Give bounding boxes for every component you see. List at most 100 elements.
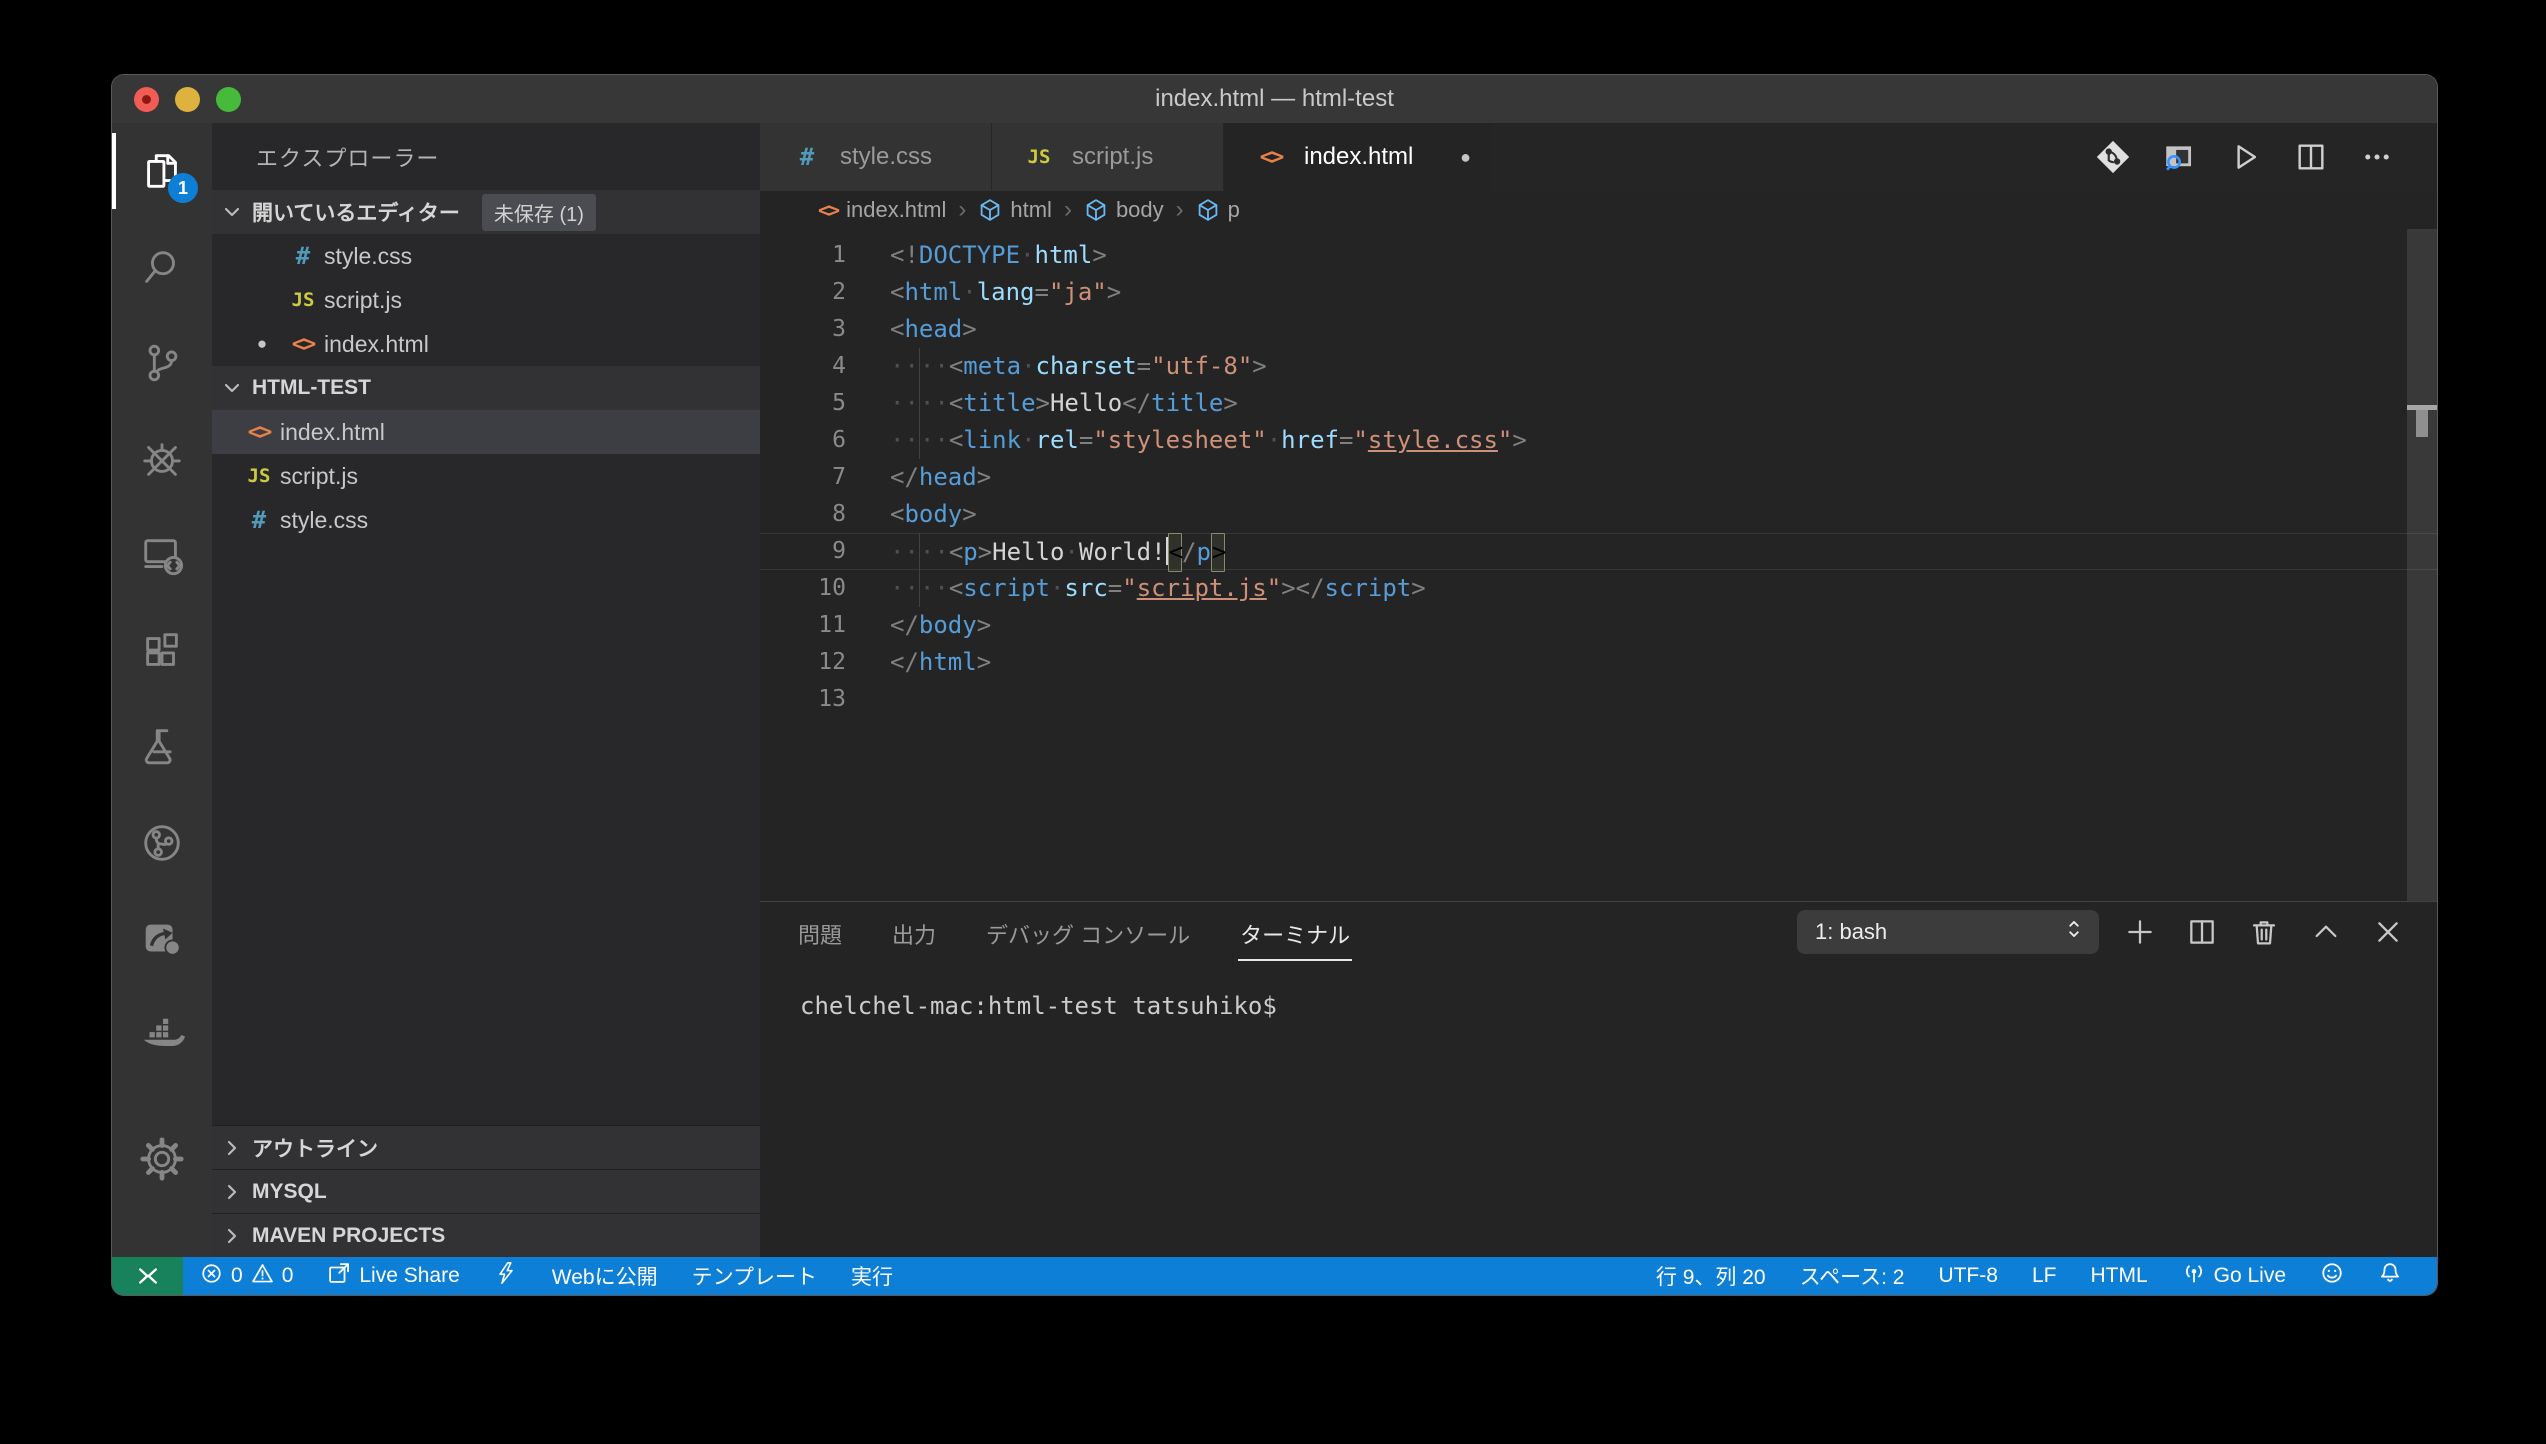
code-line-9[interactable]: 9····<p>Hello·World!</p>: [760, 533, 2437, 570]
section-MYSQL[interactable]: MYSQL: [212, 1169, 760, 1213]
zoom-window-button[interactable]: [216, 87, 241, 112]
status-label: Live Share: [359, 1264, 459, 1288]
terminal-selector[interactable]: 1: bash: [1797, 910, 2099, 954]
editor-group: #style.cssJSscript.js<>index.html● <>ind…: [760, 123, 2437, 1257]
status-indentation[interactable]: スペース: 2: [1783, 1257, 1922, 1295]
breadcrumb-item-index.html[interactable]: <>index.html: [818, 197, 946, 223]
panel-tab-デバッグ コンソール[interactable]: デバッグ コンソール: [984, 903, 1192, 961]
tab-script.js[interactable]: JSscript.js: [992, 123, 1224, 191]
split-terminal-icon[interactable]: [2181, 911, 2223, 953]
code-line-10[interactable]: 10····<script·src="script.js"></script>: [760, 570, 2437, 607]
open-editors-header[interactable]: 開いているエディター未保存 (1): [212, 190, 760, 234]
tab-label: style.css: [840, 143, 932, 171]
unsaved-badge: 未保存 (1): [482, 194, 596, 231]
activity-extensions[interactable]: [112, 603, 212, 699]
code-line-8[interactable]: 8<body>: [760, 496, 2437, 533]
new-terminal-icon[interactable]: [2119, 911, 2161, 953]
code-line-13[interactable]: 13: [760, 681, 2437, 718]
maximize-panel-icon[interactable]: [2305, 911, 2347, 953]
code-editor[interactable]: 1<!DOCTYPE·html>2<html·lang="ja">3<head>…: [760, 229, 2437, 901]
status-live-share[interactable]: Live Share: [310, 1257, 476, 1295]
code-line-1[interactable]: 1<!DOCTYPE·html>: [760, 237, 2437, 274]
status-go-live[interactable]: Go Live: [2165, 1257, 2303, 1295]
status-eol[interactable]: LF: [2015, 1257, 2074, 1295]
open-preview-icon[interactable]: [2159, 137, 2199, 177]
code-line-5[interactable]: 5····<title>Hello</title>: [760, 385, 2437, 422]
activity-docker[interactable]: [112, 987, 212, 1083]
run-icon[interactable]: [2225, 137, 2265, 177]
chevron-right-icon: [220, 1180, 244, 1204]
panel-tab-出力[interactable]: 出力: [890, 903, 938, 961]
window-controls: [134, 75, 241, 123]
js-file-icon: JS: [1018, 146, 1060, 168]
updown-arrows-icon: [2061, 916, 2087, 948]
remote-indicator[interactable]: [112, 1257, 183, 1295]
code-line-11[interactable]: 11</body>: [760, 607, 2437, 644]
code-line-6[interactable]: 6····<link·rel="stylesheet"·href="style.…: [760, 422, 2437, 459]
status-thunder[interactable]: [477, 1257, 535, 1295]
panel-controls: 1: bash: [1797, 910, 2409, 954]
breadcrumb-label: index.html: [846, 197, 946, 223]
more-actions-icon[interactable]: [2357, 137, 2397, 177]
tab-style.css[interactable]: #style.css: [760, 123, 992, 191]
status-run-task[interactable]: 実行: [834, 1257, 910, 1295]
file-label: script.js: [324, 287, 402, 314]
explorer-sidebar: エクスプローラー 開いているエディター未保存 (1)#style.cssJSsc…: [212, 123, 760, 1257]
status-feedback[interactable]: [2303, 1257, 2361, 1295]
terminal-output[interactable]: chelchel-mac:html-test tatsuhiko$: [760, 962, 2437, 1257]
chevron-down-icon: [220, 200, 244, 224]
code-line-12[interactable]: 12</html>: [760, 644, 2437, 681]
status-template[interactable]: テンプレート: [675, 1257, 834, 1295]
activity-remote-explorer[interactable]: [112, 507, 212, 603]
breadcrumb-separator: ›: [1176, 196, 1184, 224]
breadcrumb-item-body[interactable]: body: [1084, 197, 1164, 223]
tree-item-index.html[interactable]: <>index.html: [212, 410, 760, 454]
folder-header[interactable]: HTML-TEST: [212, 366, 760, 410]
activity-live-share-session[interactable]: [112, 795, 212, 891]
breadcrumb-item-p[interactable]: p: [1196, 197, 1240, 223]
panel-tab-問題[interactable]: 問題: [796, 903, 844, 961]
minimize-window-button[interactable]: [175, 87, 200, 112]
code-line-4[interactable]: 4····<meta·charset="utf-8">: [760, 348, 2437, 385]
close-window-button[interactable]: [134, 87, 159, 112]
tab-index.html[interactable]: <>index.html●: [1224, 123, 1492, 191]
status-publish-web[interactable]: Webに公開: [535, 1257, 675, 1295]
status-label: 実行: [851, 1261, 893, 1291]
title-bar[interactable]: index.html — html-test: [112, 75, 2437, 123]
activity-manage[interactable]: [112, 1111, 212, 1207]
bolt-icon: [494, 1261, 518, 1291]
section-label: MYSQL: [252, 1180, 327, 1204]
breadcrumb-item-html[interactable]: html: [978, 197, 1052, 223]
problems-status[interactable]: 00: [183, 1257, 310, 1295]
section-アウトライン[interactable]: アウトライン: [212, 1125, 760, 1169]
open-editor-item-index.html[interactable]: ●<>index.html: [212, 322, 760, 366]
kill-terminal-icon[interactable]: [2243, 911, 2285, 953]
activity-testing[interactable]: [112, 699, 212, 795]
split-editor-icon[interactable]: [2291, 137, 2331, 177]
activity-debug[interactable]: [112, 411, 212, 507]
status-notifications[interactable]: [2361, 1257, 2419, 1295]
activity-search[interactable]: [112, 219, 212, 315]
git-icon[interactable]: [2093, 137, 2133, 177]
code-line-7[interactable]: 7</head>: [760, 459, 2437, 496]
open-editor-item-script.js[interactable]: JSscript.js: [212, 278, 760, 322]
code-text: <head>: [890, 311, 977, 348]
status-encoding[interactable]: UTF-8: [1921, 1257, 2015, 1295]
line-number: 4: [760, 348, 890, 385]
chevron-right-icon: [220, 1224, 244, 1248]
tree-item-style.css[interactable]: #style.css: [212, 498, 760, 542]
symbol-cube-icon: [978, 198, 1002, 222]
tree-item-script.js[interactable]: JSscript.js: [212, 454, 760, 498]
status-language-mode[interactable]: HTML: [2073, 1257, 2164, 1295]
activity-publish[interactable]: [112, 891, 212, 987]
status-cursor-position[interactable]: 行 9、列 20: [1639, 1257, 1783, 1295]
section-MAVEN PROJECTS[interactable]: MAVEN PROJECTS: [212, 1213, 760, 1257]
open-editor-item-style.css[interactable]: #style.css: [212, 234, 760, 278]
panel-tab-ターミナル[interactable]: ターミナル: [1238, 903, 1352, 961]
code-line-3[interactable]: 3<head>: [760, 311, 2437, 348]
code-line-2[interactable]: 2<html·lang="ja">: [760, 274, 2437, 311]
modified-dot[interactable]: ●: [1460, 147, 1471, 168]
activity-source-control[interactable]: [112, 315, 212, 411]
close-panel-icon[interactable]: [2367, 911, 2409, 953]
activity-explorer[interactable]: 1: [112, 123, 212, 219]
